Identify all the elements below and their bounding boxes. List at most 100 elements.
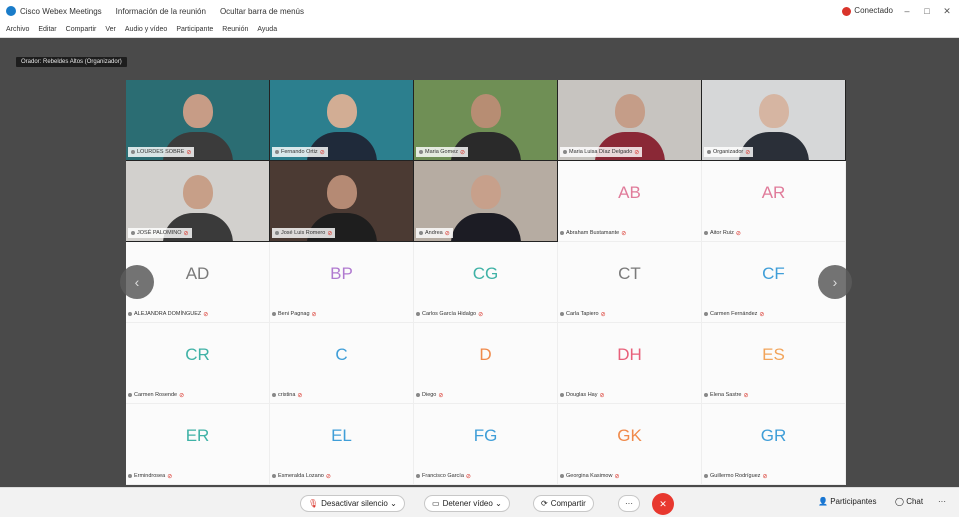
status-dot-icon	[704, 393, 708, 397]
menu-ver[interactable]: Ver	[105, 26, 116, 33]
menu-reunion[interactable]: Reunión	[222, 26, 248, 33]
more-options-button[interactable]: ···	[618, 495, 640, 512]
participant-avatar-tile[interactable]: GR Guillermo Rodríguez ⊘	[702, 404, 846, 485]
participant-name: Andrea	[425, 230, 443, 236]
participants-icon: 👤	[818, 497, 828, 506]
participant-name-bar: cristina ⊘	[272, 390, 302, 400]
chat-button[interactable]: ◯ Chat	[895, 497, 923, 506]
close-window-button[interactable]: ✕	[941, 6, 953, 17]
participant-video-tile[interactable]: Andrea ⊘	[414, 161, 558, 242]
participant-avatar-tile[interactable]: FG Francisco García ⊘	[414, 404, 558, 485]
muted-mic-icon: ⊘	[311, 311, 317, 318]
unmute-button[interactable]: 🎙 Desactivar silencio ⌄	[300, 495, 405, 512]
participant-name-bar: Maria Luisa Díaz Delgado ⊘	[560, 147, 643, 157]
participant-avatar-tile[interactable]: CR Carmen Rosende ⊘	[126, 323, 270, 404]
participant-name-bar: Fernando Ortiz ⊘	[272, 147, 328, 157]
participant-avatar-tile[interactable]: CT Carla Tapiero ⊘	[558, 242, 702, 323]
participant-name-bar: Andrea ⊘	[416, 228, 453, 238]
status-dot-icon	[560, 231, 564, 235]
participant-initials: AB	[618, 183, 641, 202]
participant-name: Beni Pagnag	[278, 311, 310, 317]
participant-avatar-tile[interactable]: GK Georgina Kasimow ⊘	[558, 404, 702, 485]
participant-name: LOURDES SOBRE	[137, 149, 185, 155]
menu-ayuda[interactable]: Ayuda	[257, 26, 277, 33]
participant-initials: CR	[185, 345, 210, 364]
participant-name-bar: Abraham Bustamante ⊘	[560, 228, 626, 238]
participants-button[interactable]: 👤 Participantes	[818, 497, 876, 506]
participant-avatar-tile[interactable]: CG Carlos García Hidalgo ⊘	[414, 242, 558, 323]
status-dot-icon	[560, 312, 564, 316]
chevron-down-icon: ⌄	[390, 499, 397, 508]
toolbar-overflow-button[interactable]: ···	[938, 497, 946, 506]
participant-face	[327, 175, 357, 209]
participant-video-tile[interactable]: Maria Gomez ⊘	[414, 80, 558, 161]
layout-menu[interactable]: Ocultar barra de menús	[220, 7, 304, 16]
participant-name-bar: Organizador ⊘	[704, 147, 754, 157]
participant-avatar-tile[interactable]: AR Aitor Ruiz ⊘	[702, 161, 846, 242]
title-bar: Cisco Webex Meetings Información de la r…	[0, 0, 959, 22]
status-dot-icon	[275, 231, 279, 235]
muted-mic-icon: ⊘	[203, 311, 209, 318]
participant-video-tile[interactable]: LOURDES SOBRE ⊘	[126, 80, 270, 161]
connection-status[interactable]: Conectado	[842, 6, 893, 16]
participant-initials: C	[335, 345, 348, 364]
participant-initials: ES	[762, 345, 785, 364]
participant-name-bar: JOSÉ PALOMINO ⊘	[128, 228, 192, 238]
previous-page-button[interactable]: ‹	[120, 265, 154, 299]
participant-name: Carla Tapiero	[566, 311, 599, 317]
maximize-button[interactable]: □	[921, 6, 933, 16]
participant-video-tile[interactable]: JOSÉ PALOMINO ⊘	[126, 161, 270, 242]
participant-name-bar: Francisco García ⊘	[416, 471, 471, 481]
participant-face	[471, 94, 501, 128]
participant-avatar-tile[interactable]: DH Douglas Hay ⊘	[558, 323, 702, 404]
participant-video-tile[interactable]: Organizador ⊘	[702, 80, 846, 161]
participant-name: Douglas Hay	[566, 392, 598, 398]
muted-mic-icon: ⊘	[762, 473, 768, 480]
next-page-button[interactable]: ›	[818, 265, 852, 299]
status-dot-icon	[707, 150, 711, 154]
muted-mic-icon: ⊘	[634, 149, 640, 156]
participant-name: Maria Gomez	[425, 149, 459, 155]
participant-avatar-tile[interactable]: ER Ermindrosea ⊘	[126, 404, 270, 485]
end-meeting-button[interactable]: ✕	[652, 493, 674, 515]
participant-name: Guillermo Rodríguez	[710, 473, 761, 479]
participant-initials: CT	[618, 264, 641, 283]
participant-video-tile[interactable]: Fernando Ortiz ⊘	[270, 80, 414, 161]
participant-video-tile[interactable]: Maria Luisa Díaz Delgado ⊘	[558, 80, 702, 161]
menu-editar[interactable]: Editar	[38, 26, 56, 33]
menu-audio-video[interactable]: Audio y vídeo	[125, 26, 167, 33]
menu-compartir[interactable]: Compartir	[66, 26, 97, 33]
participant-initials: ER	[185, 426, 210, 445]
participant-avatar-tile[interactable]: D Diego ⊘	[414, 323, 558, 404]
participant-avatar-tile[interactable]: EL Esmeralda Lozano ⊘	[270, 404, 414, 485]
status-dot-icon	[419, 231, 423, 235]
status-dot-icon	[560, 474, 564, 478]
menu-participante[interactable]: Participante	[176, 26, 213, 33]
participant-name: ALEJANDRA DOMÍNGUEZ	[134, 311, 202, 317]
participant-video-tile[interactable]: José Luis Romero ⊘	[270, 161, 414, 242]
minimize-button[interactable]: –	[901, 6, 913, 16]
participant-name: Esmeralda Lozano	[278, 473, 324, 479]
muted-mic-icon: ⊘	[179, 392, 185, 399]
participant-avatar-tile[interactable]: BP Beni Pagnag ⊘	[270, 242, 414, 323]
participant-avatar-tile[interactable]: ES Elena Sastre ⊘	[702, 323, 846, 404]
menu-archivo[interactable]: Archivo	[6, 26, 29, 33]
status-dot-icon	[131, 150, 135, 154]
participant-name: Francisco García	[422, 473, 464, 479]
muted-mic-icon: ⊘	[745, 149, 751, 156]
muted-mic-icon: ⊘	[759, 311, 765, 318]
participant-avatar-tile[interactable]: AB Abraham Bustamante ⊘	[558, 161, 702, 242]
participant-initials: CG	[472, 264, 499, 283]
muted-mic-icon: ⊘	[319, 149, 325, 156]
participant-name-bar: Carlos García Hidalgo ⊘	[416, 309, 483, 319]
stop-video-button[interactable]: ▭ Detener vídeo ⌄	[424, 495, 510, 512]
muted-mic-icon: ⊘	[167, 473, 173, 480]
participant-avatar-tile[interactable]: Ccristina ⊘	[270, 323, 414, 404]
share-button[interactable]: ⟳ Compartir	[533, 495, 594, 512]
participant-initials: GR	[760, 426, 787, 445]
participant-name-bar: Carmen Fernández ⊘	[704, 309, 764, 319]
meeting-info-link[interactable]: Información de la reunión	[116, 7, 206, 16]
muted-mic-icon: ⊘	[614, 473, 620, 480]
muted-mic-icon: ⊘	[465, 473, 471, 480]
muted-mic-icon: ⊘	[325, 473, 331, 480]
